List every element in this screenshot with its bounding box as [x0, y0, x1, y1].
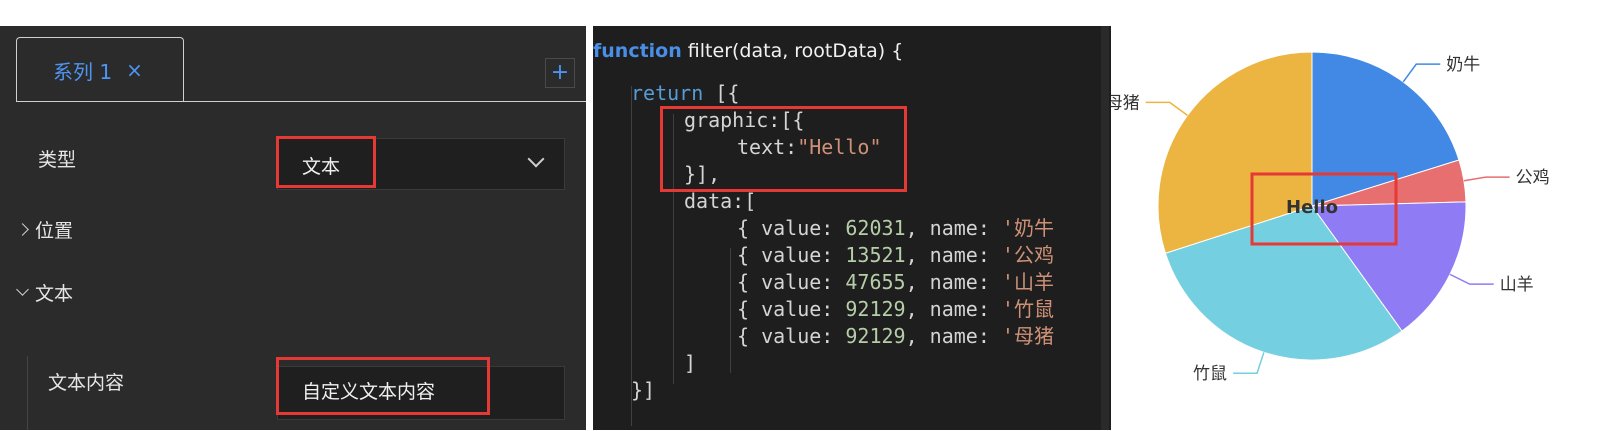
- code-token: , name:: [905, 216, 1002, 240]
- editor-scrollbar[interactable]: [1101, 26, 1109, 430]
- label-leader-line: [1463, 176, 1510, 182]
- function-signature: filter(data, rootData) {: [681, 40, 904, 62]
- type-select-value: 文本: [302, 156, 341, 178]
- text-content-input[interactable]: [302, 379, 552, 401]
- code-line: { value: 92129, name: '竹鼠: [593, 296, 1054, 323]
- code-token: { value:: [737, 324, 846, 348]
- code-line: { value: 62031, name: '奶牛: [593, 215, 1054, 242]
- label-leader-line: [1402, 63, 1441, 83]
- code-line: { value: 92129, name: '母猪: [593, 323, 1054, 350]
- type-select[interactable]: 文本: [277, 138, 565, 190]
- text-section-label: 文本: [35, 283, 74, 305]
- function-keyword: function: [593, 40, 682, 62]
- code-token: { value:: [737, 297, 846, 321]
- code-token: 62031: [845, 216, 906, 240]
- code-token: , name:: [905, 243, 1002, 267]
- series-settings-panel: 系列 1 × + 类型 文本 位置 文本 文本内容: [0, 26, 586, 430]
- code-token: '母猪: [1001, 324, 1054, 348]
- code-token: "Hello": [797, 135, 882, 159]
- code-lines: return [{graphic:[{text:"Hello"}], data:[…: [593, 80, 1054, 404]
- code-line: }]: [593, 377, 1054, 404]
- tab-bar-divider: [16, 101, 586, 102]
- code-token: 13521: [845, 243, 906, 267]
- code-editor[interactable]: function filter(data, rootData) { return…: [593, 26, 1111, 430]
- add-series-button[interactable]: +: [545, 58, 575, 88]
- code-token: 92129: [845, 297, 906, 321]
- code-function-header: function filter(data, rootData) {: [593, 40, 903, 62]
- position-section-toggle[interactable]: 位置: [16, 216, 74, 243]
- pie-slice-label: 奶牛: [1446, 55, 1480, 75]
- series-tab[interactable]: 系列 1 ×: [16, 37, 184, 102]
- code-token: '竹鼠: [1001, 297, 1054, 321]
- series-tab-bar: 系列 1 × +: [0, 26, 586, 104]
- code-line: { value: 13521, name: '公鸡: [593, 242, 1054, 269]
- label-leader-line: [1145, 101, 1188, 116]
- pie-slice-label: 竹鼠: [1193, 364, 1227, 384]
- code-token: data:[: [684, 189, 757, 213]
- close-icon[interactable]: ×: [126, 58, 143, 82]
- code-line: ]: [593, 350, 1054, 377]
- text-content-label: 文本内容: [48, 372, 125, 394]
- label-leader-line: [1233, 352, 1265, 374]
- section-indent-guide: [27, 356, 28, 430]
- code-token: }]: [631, 378, 656, 402]
- code-token: , name:: [905, 297, 1002, 321]
- series-tab-label: 系列 1: [53, 59, 113, 84]
- code-token: return: [631, 81, 704, 105]
- code-token: graphic:[{: [684, 108, 805, 132]
- code-token: '公鸡: [1001, 243, 1054, 267]
- code-token: , name:: [905, 270, 1002, 294]
- pie-center-text: Hello: [1286, 197, 1338, 218]
- code-line: { value: 47655, name: '山羊: [593, 269, 1054, 296]
- code-token: , name:: [905, 324, 1002, 348]
- pie-slice-label: 公鸡: [1516, 168, 1550, 188]
- code-token: '奶牛: [1001, 216, 1054, 240]
- chevron-down-icon: [16, 283, 29, 296]
- pie-chart: 奶牛公鸡山羊竹鼠 母猪 Hello: [1111, 51, 1550, 384]
- code-line: text:"Hello": [593, 134, 1054, 161]
- code-token: { value:: [737, 243, 846, 267]
- chevron-down-icon: [527, 150, 545, 168]
- pie-slice-label: 母猪: [1111, 93, 1140, 113]
- chevron-right-icon: [16, 223, 29, 236]
- code-line: graphic:[{: [593, 107, 1054, 134]
- code-line: }],: [593, 161, 1054, 188]
- pie-slice-label: 山羊: [1500, 275, 1534, 295]
- code-token: }],: [684, 162, 721, 186]
- code-token: { value:: [737, 270, 846, 294]
- code-line: data:[: [593, 188, 1054, 215]
- code-token: '山羊: [1001, 270, 1054, 294]
- code-token: 92129: [845, 324, 906, 348]
- code-token: text:: [737, 135, 798, 159]
- code-line: return [{: [593, 80, 1054, 107]
- type-label: 类型: [38, 149, 77, 171]
- code-token: [{: [703, 81, 740, 105]
- text-content-field[interactable]: [277, 366, 565, 420]
- label-leader-line: [1449, 273, 1494, 285]
- code-token: ]: [684, 351, 697, 375]
- code-token: { value:: [737, 216, 846, 240]
- text-section-toggle[interactable]: 文本: [16, 279, 74, 306]
- code-token: 47655: [845, 270, 906, 294]
- pie-chart-panel: 奶牛公鸡山羊竹鼠 母猪 Hello: [1111, 26, 1610, 430]
- position-section-label: 位置: [35, 220, 74, 242]
